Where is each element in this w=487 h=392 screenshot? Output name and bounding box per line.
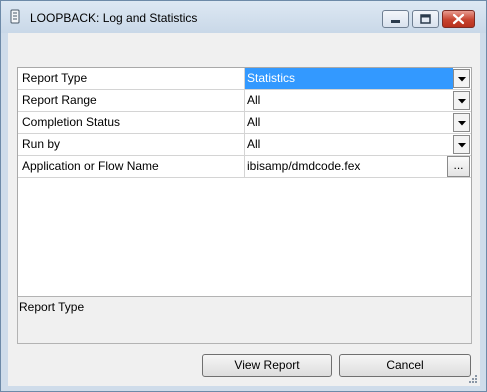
report-range-dropdown-button[interactable] <box>453 91 470 110</box>
property-label: Report Range <box>18 90 245 111</box>
property-row-run-by[interactable]: Run by All <box>18 134 471 156</box>
chevron-down-icon <box>458 99 466 104</box>
chevron-down-icon <box>458 143 466 148</box>
description-text: Report Type <box>19 300 85 314</box>
maximize-icon <box>420 14 431 24</box>
resize-grip-icon[interactable] <box>468 374 478 384</box>
property-row-report-type[interactable]: Report Type Statistics <box>18 68 471 90</box>
run-by-dropdown-button[interactable] <box>453 135 470 154</box>
run-by-value[interactable]: All <box>245 134 453 155</box>
close-icon <box>452 13 465 25</box>
property-label: Report Type <box>18 68 245 89</box>
application-name-value[interactable]: ibisamp/dmdcode.fex <box>245 156 453 177</box>
property-label: Completion Status <box>18 112 245 133</box>
document-icon <box>10 9 20 24</box>
browse-button[interactable]: ... <box>447 156 470 177</box>
property-grid: Report Type Statistics Report Range All … <box>17 67 472 324</box>
property-label: Run by <box>18 134 245 155</box>
property-row-report-range[interactable]: Report Range All <box>18 90 471 112</box>
close-button[interactable] <box>442 10 475 28</box>
window-title: LOOPBACK: Log and Statistics <box>30 11 198 25</box>
minimize-icon <box>391 20 400 23</box>
report-range-value[interactable]: All <box>245 90 453 111</box>
report-type-dropdown-button[interactable] <box>453 69 470 88</box>
title-bar[interactable]: LOOPBACK: Log and Statistics <box>1 1 486 33</box>
maximize-button[interactable] <box>412 10 439 28</box>
view-report-button[interactable]: View Report <box>202 354 332 377</box>
property-label: Application or Flow Name <box>18 156 245 177</box>
chevron-down-icon <box>458 77 466 82</box>
property-row-application-name[interactable]: Application or Flow Name ibisamp/dmdcode… <box>18 156 471 178</box>
dialog-window: LOOPBACK: Log and Statistics Report Type… <box>0 0 487 392</box>
completion-status-value[interactable]: All <box>245 112 453 133</box>
description-panel: Report Type <box>17 296 472 344</box>
completion-status-dropdown-button[interactable] <box>453 113 470 132</box>
cancel-button[interactable]: Cancel <box>339 354 471 377</box>
dialog-client-area: Report Type Statistics Report Range All … <box>8 33 480 386</box>
minimize-button[interactable] <box>382 10 409 28</box>
chevron-down-icon <box>458 121 466 126</box>
report-type-value[interactable]: Statistics <box>245 68 453 89</box>
property-row-completion-status[interactable]: Completion Status All <box>18 112 471 134</box>
